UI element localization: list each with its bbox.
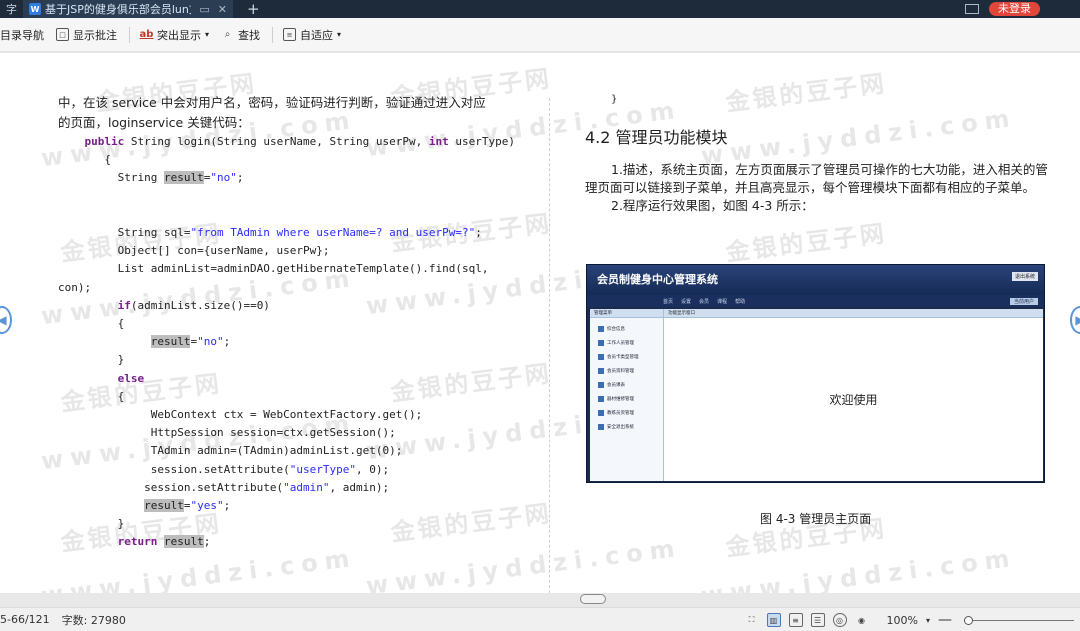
figure-sidebar-item: 教练员资管理 [590,406,663,420]
menu-item-icon [598,326,604,332]
figure-sidebar-item: 器材维修管理 [590,392,663,406]
admin-home-screenshot: 会员制健身中心管理系统 退出系统 首页 设置 会员 课程 帮助 当前用户 管理菜… [586,264,1045,483]
section-heading: 4.2 管理员功能模块 [585,128,728,147]
figure-caption: 图 4-3 管理员主页面 [760,512,872,526]
toc-nav-button[interactable]: 目录导航 [0,25,44,45]
intro-line-2: 的页面，loginservice 关键代码： [58,115,250,130]
highlight-label: 突出显示 [157,28,201,42]
figure-app-title: 会员制健身中心管理系统 [597,273,718,286]
figure-body: 管理菜单 综合信息 工作人员管理 会员卡类型管理 会员资料管理 会员课表 器材维… [590,309,1043,481]
fullscreen-icon[interactable]: ⛶ [745,613,759,627]
fit-page-button[interactable]: ≡ 自适应 ▾ [283,25,341,45]
title-bar: 字 W 基于JSP的健身俱乐部会员lun文 ▭ ✕ + 未登录 [0,0,1080,18]
menu-item-icon [598,340,604,346]
left-page-content: 中，在该 service 中会对用户名，密码，验证码进行判断，验证通过进入对应 … [58,93,538,552]
horizontal-scroll-handle[interactable] [580,594,606,604]
intro-line-1: 中，在该 service 中会对用户名，密码，验证码进行判断，验证通过进入对应 [58,95,486,110]
find-label: 查找 [238,28,261,42]
menu-item-icon [598,354,604,360]
chevron-right-icon: ▶ [1075,313,1080,327]
figure-nav-bar: 首页 设置 会员 课程 帮助 当前用户 [587,295,1044,307]
figure-welcome-text: 欢迎使用 [829,393,878,407]
figure-sidebar-item: 会员课表 [590,378,663,392]
read-view-icon[interactable]: ≡ [788,613,803,627]
document-tab[interactable]: W 基于JSP的健身俱乐部会员lun文 ▭ ✕ [23,0,233,18]
toolbar-divider [129,26,130,43]
page-divider [549,98,550,593]
figure-sidebar-head: 管理菜单 [590,309,663,318]
search-icon: ⌕ [224,29,231,40]
figure-nav-item: 帮助 [735,298,746,305]
show-comments-button[interactable]: □ 显示批注 [56,25,117,45]
figure-sidebar-item: 综合信息 [590,322,663,336]
chevron-left-icon: ◀ [0,313,7,327]
prev-tab-label: 字 [6,3,17,16]
chevron-down-icon: ▾ [337,30,342,39]
prev-tab[interactable]: 字 [0,0,23,18]
right-page-content: } 4.2 管理员功能模块 1.描述，系统主页面，左方页面展示了管理员可操作的七… [585,91,1055,215]
add-tab-icon[interactable]: + [247,0,260,18]
chevron-down-icon: ▾ [205,30,210,39]
menu-item-icon [598,368,604,374]
pin-icon[interactable]: ▭ [199,3,209,16]
figure-sidebar: 管理菜单 综合信息 工作人员管理 会员卡类型管理 会员资料管理 会员课表 器材维… [590,309,664,481]
find-button[interactable]: ⌕ 查找 [221,25,260,45]
reading-toolbar: 目录导航 □ 显示批注 ab 突出显示 ▾ ⌕ 查找 ≡ 自适应 ▾ [0,18,1080,52]
figure-nav-item: 设置 [681,298,692,305]
zoom-slider-knob[interactable] [964,615,973,625]
menu-item-icon [598,424,604,430]
word-doc-icon: W [29,3,41,15]
status-bar: 5-66/121 字数: 27980 ⛶ ▥ ≡ ☰ ◎ ◉ 100% ▾ — [0,607,1080,631]
figure-nav-item: 会员 [699,298,710,305]
figure-sidebar-item: 会员卡类型管理 [590,350,663,364]
show-comments-label: 显示批注 [73,28,117,42]
window-layout-icon[interactable] [965,4,979,14]
zoom-slider[interactable] [964,615,1074,625]
menu-item-icon [598,410,604,416]
figure-main-tab: 功能显示窗口 [664,309,1043,318]
figure-sidebar-item: 工作人员管理 [590,336,663,350]
closing-brace: } [611,94,618,105]
figure-header: 会员制健身中心管理系统 退出系统 [587,265,1044,295]
login-button[interactable]: 未登录 [989,2,1040,16]
description-paragraph: 1.描述，系统主页面，左方页面展示了管理员可操作的七大功能，进入相关的管理页面可… [585,162,1048,195]
watermark-en: www.jyddzi.com [699,543,1018,593]
highlight-button[interactable]: ab 突出显示 ▾ [140,25,209,45]
figure-sidebar-item: 安全退出系统 [590,420,663,434]
toc-nav-label: 目录导航 [0,28,44,42]
document-page[interactable]: 金银的豆子网 www.jyddzi.com 金银的豆子网 www.jyddzi.… [0,53,1080,593]
page-view-icon[interactable]: ▥ [766,613,781,627]
fit-page-icon: ≡ [283,28,297,41]
figure-logout-button: 退出系统 [1011,272,1038,281]
comment-icon: □ [56,28,69,41]
figure-main: 功能显示窗口 欢迎使用 [664,309,1043,481]
highlight-icon: ab [139,29,154,40]
zoom-level[interactable]: 100% [887,614,918,627]
fit-page-label: 自适应 [300,28,334,42]
run-result-paragraph: 2.程序运行效果图，如图 4-3 所示： [611,198,814,213]
eye-protect-icon[interactable]: ◉ [855,613,869,627]
toolbar-divider [272,26,274,43]
code-block: public String login(String userName, Str… [58,135,515,549]
outline-view-icon[interactable]: ☰ [810,613,825,627]
close-tab-icon[interactable]: ✕ [218,3,227,16]
zoom-out-icon[interactable]: — [938,612,952,628]
figure-nav-item: 首页 [663,298,674,305]
figure-sidebar-item: 会员资料管理 [590,364,663,378]
chevron-down-icon[interactable]: ▾ [926,616,930,625]
web-view-icon[interactable]: ◎ [832,613,847,627]
figure-nav-item: 课程 [717,298,728,305]
menu-item-icon [598,382,604,388]
watermark-cn: 金银的豆子网 [724,219,889,267]
figure-user-label: 当前用户 [1009,297,1038,305]
word-count[interactable]: 字数: 27980 [62,612,126,628]
document-tab-title: 基于JSP的健身俱乐部会员lun文 [45,3,192,16]
menu-item-icon [598,396,604,402]
page-indicator[interactable]: 5-66/121 [0,613,50,626]
